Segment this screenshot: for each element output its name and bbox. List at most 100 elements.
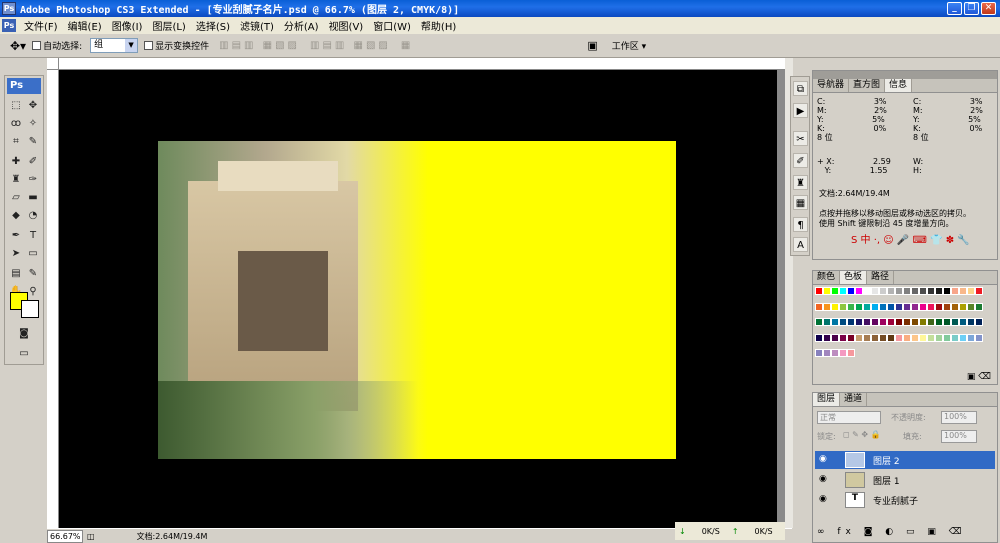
business-card-artwork[interactable]: [158, 141, 676, 459]
color-swatch[interactable]: [879, 287, 887, 295]
tab-layers[interactable]: 图层: [813, 393, 841, 406]
crop-tool-icon[interactable]: ⌗: [8, 134, 24, 149]
healing-brush-icon[interactable]: ✚: [8, 154, 24, 169]
menu-help[interactable]: 帮助(H): [416, 18, 461, 33]
history-brush-icon[interactable]: ✑: [25, 172, 41, 187]
swatch-grid[interactable]: [815, 287, 983, 365]
color-swatch[interactable]: [879, 333, 887, 342]
color-swatch[interactable]: [919, 287, 927, 295]
color-swatch[interactable]: [919, 318, 927, 327]
layer-comps-icon[interactable]: ▦: [793, 195, 808, 210]
color-swatch[interactable]: [887, 318, 895, 327]
color-swatch[interactable]: [895, 287, 903, 295]
color-swatch[interactable]: [823, 333, 831, 342]
align-buttons[interactable]: ▥▤▥ ▦▧▨: [219, 40, 300, 51]
quick-mask-icon[interactable]: ◙: [16, 326, 32, 341]
color-swatch[interactable]: [927, 333, 935, 342]
color-swatch[interactable]: [847, 302, 855, 311]
color-swatch[interactable]: [831, 302, 839, 311]
color-swatch[interactable]: [815, 333, 823, 342]
color-swatch[interactable]: [975, 333, 983, 342]
tab-swatches[interactable]: 色板: [840, 271, 868, 284]
color-swatch[interactable]: [839, 333, 847, 342]
layers-footer-buttons[interactable]: ∞ fx ◙ ◐ ▭ ▣ ⌫: [817, 527, 993, 537]
color-swatch[interactable]: [847, 287, 855, 295]
layer-row[interactable]: ◉ T 专业刮腻子: [815, 491, 995, 509]
color-swatch[interactable]: [951, 318, 959, 327]
color-swatch[interactable]: [887, 302, 895, 311]
blur-tool-icon[interactable]: ◆: [8, 208, 24, 223]
color-swatch[interactable]: [871, 318, 879, 327]
color-swatch[interactable]: [871, 302, 879, 311]
eyedropper-icon[interactable]: ✎: [25, 134, 41, 149]
minimize-button[interactable]: _: [947, 2, 962, 15]
color-swatch[interactable]: [847, 349, 855, 358]
color-swatch[interactable]: [919, 333, 927, 342]
color-swatch[interactable]: [943, 287, 951, 295]
color-swatch[interactable]: [855, 333, 863, 342]
layer-row[interactable]: ◉ 图层 2: [815, 451, 995, 469]
color-swatch[interactable]: [887, 333, 895, 342]
color-swatch[interactable]: [863, 318, 871, 327]
layer-row[interactable]: ◉ 图层 1: [815, 471, 995, 489]
color-swatch[interactable]: [895, 318, 903, 327]
color-swatch[interactable]: [959, 318, 967, 327]
shape-tool-icon[interactable]: ▭: [25, 246, 41, 261]
color-swatch[interactable]: [855, 318, 863, 327]
color-swatch[interactable]: [975, 318, 983, 327]
color-swatch[interactable]: [887, 287, 895, 295]
lasso-tool-icon[interactable]: ꝏ: [8, 116, 24, 131]
color-swatch[interactable]: [847, 333, 855, 342]
tab-channels[interactable]: 通道: [840, 393, 868, 406]
color-swatch[interactable]: [911, 287, 919, 295]
color-swatch[interactable]: [927, 318, 935, 327]
color-swatch[interactable]: [831, 349, 839, 358]
auto-select-dropdown[interactable]: 组 ▼: [90, 38, 139, 53]
history-panel-icon[interactable]: ⧉: [793, 81, 808, 96]
color-swatch[interactable]: [911, 333, 919, 342]
color-swatch[interactable]: [823, 349, 831, 358]
vertical-ruler[interactable]: [47, 70, 59, 528]
color-swatch[interactable]: [935, 333, 943, 342]
screen-mode-icon[interactable]: ▭: [16, 346, 32, 361]
menu-view[interactable]: 视图(V): [324, 18, 369, 33]
color-swatch[interactable]: [919, 302, 927, 311]
color-swatch[interactable]: [943, 318, 951, 327]
horizontal-ruler[interactable]: [59, 58, 785, 70]
menu-edit[interactable]: 编辑(E): [63, 18, 107, 33]
color-swatch[interactable]: [815, 302, 823, 311]
color-swatch[interactable]: [951, 287, 959, 295]
eyedropper-2-icon[interactable]: ✎: [25, 266, 41, 281]
color-swatch[interactable]: [975, 287, 983, 295]
color-swatch[interactable]: [911, 318, 919, 327]
tab-histogram[interactable]: 直方图: [849, 79, 886, 92]
actions-panel-icon[interactable]: ▶: [793, 103, 808, 118]
color-swatch[interactable]: [967, 318, 975, 327]
fill-input[interactable]: 100%: [941, 430, 977, 443]
color-swatch[interactable]: [903, 318, 911, 327]
auto-align-button[interactable]: ▦: [401, 40, 413, 51]
color-swatch[interactable]: [935, 302, 943, 311]
color-swatch[interactable]: [975, 302, 983, 311]
path-select-icon[interactable]: ➤: [8, 246, 24, 261]
tool-presets-icon[interactable]: ✂: [793, 131, 808, 146]
color-swatch[interactable]: [935, 287, 943, 295]
menu-image[interactable]: 图像(I): [107, 18, 148, 33]
move-tool-icon[interactable]: ✥: [25, 98, 41, 113]
color-swatch[interactable]: [951, 302, 959, 311]
color-swatch[interactable]: [967, 333, 975, 342]
clone-source-icon[interactable]: ♜: [793, 175, 808, 190]
color-swatch[interactable]: [967, 287, 975, 295]
color-swatch[interactable]: [831, 333, 839, 342]
brush-tool-icon[interactable]: ✐: [25, 154, 41, 169]
menu-analysis[interactable]: 分析(A): [279, 18, 324, 33]
blend-mode-select[interactable]: 正常: [817, 411, 881, 424]
color-swatch[interactable]: [823, 318, 831, 327]
color-swatch[interactable]: [943, 302, 951, 311]
color-swatch[interactable]: [839, 318, 847, 327]
panel-grip[interactable]: [813, 71, 997, 79]
eye-icon[interactable]: ◉: [819, 494, 827, 504]
notes-tool-icon[interactable]: ▤: [8, 266, 24, 281]
close-button[interactable]: ✕: [981, 2, 996, 15]
color-swatch[interactable]: [927, 287, 935, 295]
